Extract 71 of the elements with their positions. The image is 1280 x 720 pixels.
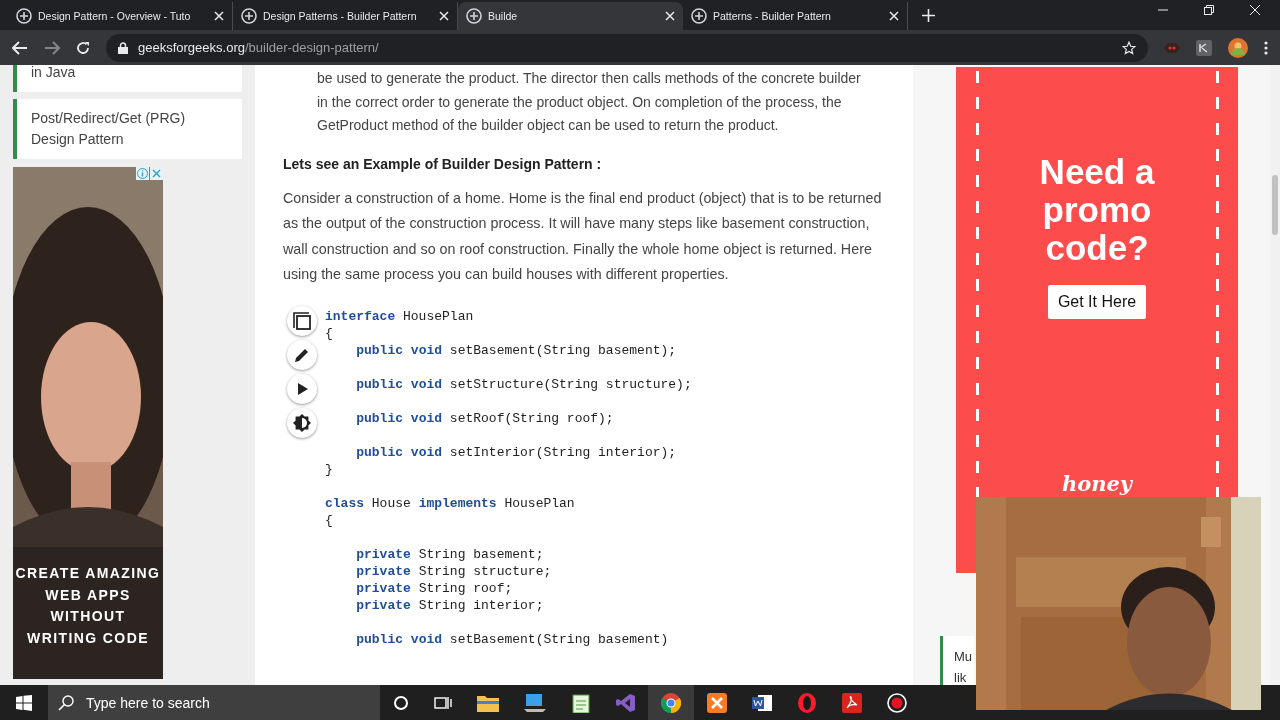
code-line: { [325,324,334,342]
code-line: interface HousePlan [325,307,475,325]
close-icon[interactable] [665,11,675,21]
code-line: private String interior; [355,596,545,615]
run-button[interactable] [287,373,317,404]
code-line: } [325,460,334,479]
close-icon[interactable] [889,11,899,21]
menu-icon[interactable] [1264,40,1268,55]
related-text: lik [954,669,968,685]
code-line: private String roof; [355,579,514,597]
article-paragraph: be used to generate the product. The director then calls methods of the concrete builder in the correct order to generate the product object. On completion of the process, the GetProduct method of the builder object can be used to return the product. [317,69,862,135]
close-icon[interactable] [1250,5,1260,15]
brand-logo: honey [1061,471,1133,496]
scrollbar-thumb[interactable] [1272,175,1278,235]
edit-button[interactable] [287,339,317,370]
sidebar-link[interactable]: in Java [13,65,242,92]
section-heading: Lets see an Example of Builder Design Pattern : [283,155,603,172]
visual-studio-icon[interactable] [615,692,636,713]
restore-icon[interactable] [1204,5,1214,15]
promo-headline: Need a promo code? [1038,153,1156,267]
site-icon [16,8,32,24]
search-field[interactable]: Type here to search [48,685,380,720]
record-icon[interactable] [886,692,907,713]
site-icon [691,8,707,24]
word-icon[interactable] [751,692,772,713]
extension-icon[interactable] [1164,42,1180,53]
code-line: private String basement; [355,545,545,563]
brightness-icon [292,412,312,433]
play-icon [295,381,309,396]
search-icon [58,694,74,711]
code-line: private String structure; [355,562,553,580]
sidebar-link[interactable]: Post/Redirect/Get (PRG) Design Pattern [13,99,242,159]
copy-icon [292,310,312,331]
task-view-icon[interactable] [433,694,452,711]
close-icon[interactable] [214,11,224,21]
notepad-icon[interactable] [570,692,591,713]
extension-icon[interactable] [1196,39,1212,56]
start-icon[interactable] [16,694,32,711]
avatar-icon[interactable] [1228,37,1248,58]
cortana-icon[interactable] [392,694,409,711]
back-icon[interactable] [12,40,28,55]
forward-icon[interactable] [44,40,60,55]
star-icon[interactable] [1122,40,1136,55]
code-line: class House implements HousePlan [325,494,576,512]
site-icon [241,8,257,24]
close-icon[interactable] [439,11,449,21]
copy-button[interactable] [287,305,317,336]
pdf-icon[interactable] [841,692,862,713]
xampp-icon[interactable] [706,692,727,713]
article-paragraph: Consider a construction of a home. Home is the final end product (object) that is to be returned as the output of the construction process. It will have many steps like basement construction, wall construction and so on roof construction. Finally the whole home object is returned. Here using the same process you can build houses with different properties. [283,188,883,284]
code-line: public void setInterior(String interior); [355,443,678,461]
lock-icon [118,41,128,54]
new-tab-icon[interactable] [922,9,935,22]
code-line: public void setBasement(String basement) [355,630,670,648]
chrome-icon[interactable] [648,685,694,720]
code-line: { [325,511,334,530]
computer-icon[interactable] [523,692,546,713]
theme-button[interactable] [287,407,317,438]
browser-tab[interactable]: Builde [458,2,683,30]
related-card[interactable]: Mu lik [940,636,974,685]
related-text: Mu [954,648,974,666]
address-bar[interactable]: geeksforgeeks.org/builder-design-pattern/ [106,33,1148,62]
promo-button[interactable]: Get It Here [1047,285,1147,319]
code-line: public void setBasement(String basement); [355,341,678,360]
folder-icon[interactable] [476,693,499,712]
code-line: public void setRoof(String roof); [355,409,615,428]
code-line: public void setStructure(String structure); [355,375,692,394]
ad-text: CREATE AMAZING WEB APPS WITHOUT WRITING CODE [14,564,162,648]
opera-icon[interactable] [796,692,817,713]
reload-icon[interactable] [76,40,90,55]
site-icon [466,8,482,24]
